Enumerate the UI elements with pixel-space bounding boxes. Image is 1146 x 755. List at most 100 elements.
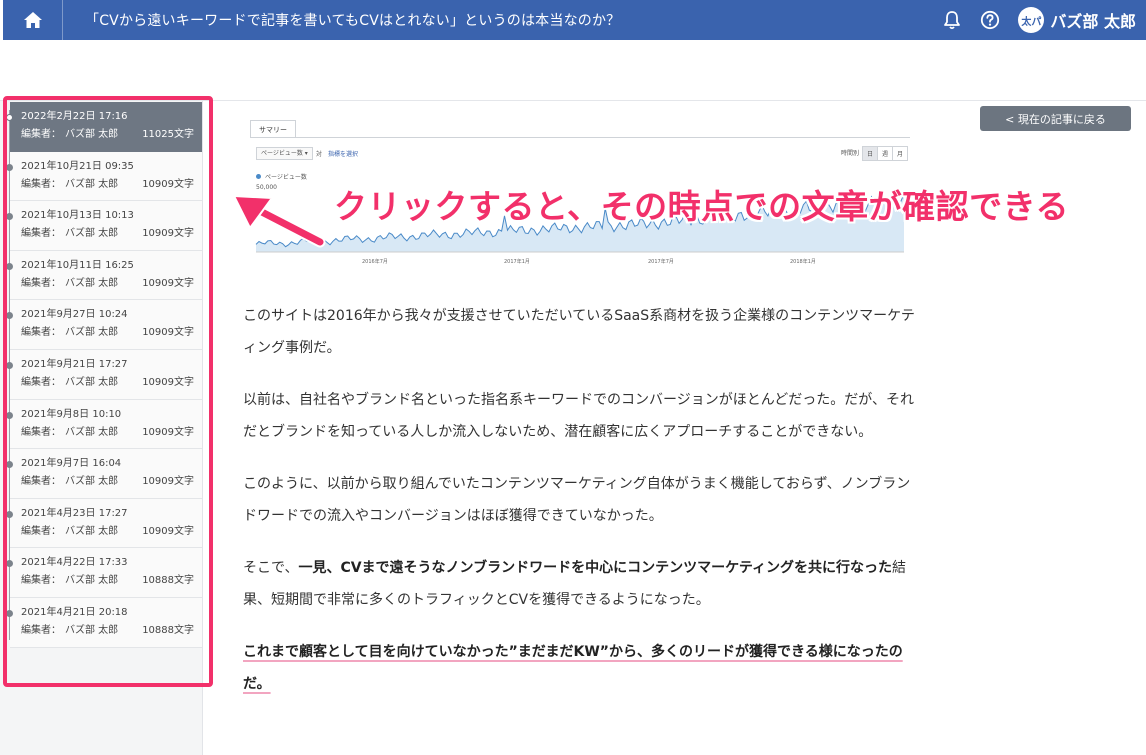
revision-meta: 編集者： バズ部 太郎 10909文字 [21,277,202,291]
revision-meta: 編集者： バズ部 太郎 10909文字 [21,178,202,192]
timeline-dot-icon [6,361,13,369]
editor-name: バズ部 太郎 [65,228,119,240]
revision-item[interactable]: 2021年10月11日 16:25 編集者： バズ部 太郎 10909文字 [6,250,202,301]
article-body: このサイトは2016年から我々が支援させていただいているSaaS系商材を扱う企業… [243,300,915,720]
timeline-dot-icon [6,262,13,270]
editor-label: 編集者： [21,277,61,289]
revision-date: 2021年9月27日 10:24 [21,309,128,321]
range-month: 月 [891,146,908,161]
revision-char-count: 10909文字 [142,376,194,388]
revision-date: 2021年4月22日 17:33 [21,557,128,569]
revision-editor: 編集者： バズ部 太郎 [21,277,118,291]
revision-date: 2022年2月22日 17:16 [21,111,128,122]
paragraph-bold-underlined-text: これまで顧客として目を向けていなかった”まだまだKW”から、多くのリードが獲得で… [243,644,903,692]
article-paragraph: このサイトは2016年から我々が支援させていただいているSaaS系商材を扱う企業… [243,308,915,356]
paragraph-text: そこで、 [243,560,299,576]
page-title: 「CVから遠いキーワードで記事を書いてもCVはとれない」というのは本当なのか？ [85,13,621,29]
avatar[interactable]: 太パ [1018,7,1045,33]
editor-label: 編集者： [21,129,61,140]
revision-char-count: 10909文字 [142,327,194,339]
editor-name: バズ部 太郎 [65,525,119,537]
revision-char-count: 10888文字 [142,624,194,636]
article-paragraph: このように、以前から取り組んでいたコンテンツマーケティング自体がうまく機能してお… [243,476,911,524]
revision-meta: 編集者： バズ部 太郎 10909文字 [21,426,202,440]
editor-name: バズ部 太郎 [65,277,119,289]
revision-item[interactable]: 2021年10月21日 09:35 編集者： バズ部 太郎 10909文字 [6,151,202,202]
revision-item[interactable]: 2021年9月8日 10:10 編集者： バズ部 太郎 10909文字 [6,399,202,450]
revision-char-count: 10909文字 [142,277,194,289]
user-name[interactable]: バズ部 太郎 [1050,8,1136,32]
editor-label: 編集者： [21,376,61,388]
bell-icon [944,11,961,30]
editor-name: バズ部 太郎 [65,575,119,587]
editor-label: 編集者： [21,476,61,488]
revision-item[interactable]: 2021年9月27日 10:24 編集者： バズ部 太郎 10909文字 [6,300,202,350]
editor-label: 編集者： [21,624,61,636]
revision-editor: 編集者： バズ部 太郎 [21,426,118,440]
revision-date: 2021年9月21日 17:27 [21,358,128,370]
timeline-dot-icon [6,114,13,121]
editor-name: バズ部 太郎 [65,426,119,438]
article-paragraph: 以前は、自社名やブランド名といった指名系キーワードでのコンバージョンがほとんどだ… [243,392,915,440]
revision-meta: 編集者： バズ部 太郎 10888文字 [21,574,202,588]
revision-editor: 編集者： バズ部 太郎 [21,624,118,638]
help-button[interactable] [978,8,1002,32]
editor-label: 編集者： [21,575,61,587]
notifications-button[interactable] [940,8,964,32]
revision-char-count: 10909文字 [142,178,194,190]
timeline-dot-icon [6,312,13,320]
revision-char-count: 11025文字 [142,129,194,140]
home-icon [23,12,42,28]
revision-item[interactable]: 2021年4月22日 17:33 編集者： バズ部 太郎 10888文字 [6,548,202,598]
timeline-dot-icon [6,461,13,469]
editor-name: バズ部 太郎 [65,476,119,488]
article-paragraph: これまで顧客として目を向けていなかった”まだまだKW”から、多くのリードが獲得で… [243,636,915,700]
legend-dot-icon [256,174,261,179]
revision-item[interactable]: 2021年10月13日 10:13 編集者： バズ部 太郎 10909文字 [6,201,202,251]
editor-label: 編集者： [21,525,61,537]
timeline-dot-icon [6,609,13,617]
legend-label: ページビュー数 [265,174,307,181]
revision-date: 2021年9月8日 10:10 [21,408,122,420]
revision-item[interactable]: 2022年2月22日 17:16 編集者： バズ部 太郎 11025文字 [6,102,202,152]
chart-tab-summary: サマリー [250,120,296,138]
editor-name: バズ部 太郎 [65,129,119,140]
editor-label: 編集者： [21,426,61,438]
content-divider [0,100,1146,101]
editor-label: 編集者： [21,228,61,240]
revision-item[interactable]: 2021年9月21日 17:27 編集者： バズ部 太郎 10909文字 [6,349,202,400]
timeline-dot-icon [6,510,13,518]
back-to-current-button[interactable]: < 現在の記事に戻る [980,106,1131,131]
editor-label: 編集者： [21,178,61,190]
revision-list: 2022年2月22日 17:16 編集者： バズ部 太郎 11025文字 2021年10… [6,102,202,648]
timeline-dot-icon [6,213,13,221]
revision-char-count: 10909文字 [142,228,194,240]
revision-meta: 編集者： バズ部 太郎 10909文字 [21,227,202,241]
question-circle-icon [981,10,1000,30]
chart-x-label: 2017年7月 [648,259,674,265]
metric-select: ページビュー数 ▾ [256,147,313,160]
timeline-dot-icon [6,163,13,171]
revision-editor: 編集者： バズ部 太郎 [21,128,118,142]
editor-name: バズ部 太郎 [65,624,119,636]
page: 「CVから遠いキーワードで記事を書いてもCVはとれない」というのは本当なのか？ … [0,0,1146,755]
revision-item[interactable]: 2021年4月23日 17:27 編集者： バズ部 太郎 10909文字 [6,498,202,549]
revision-date: 2021年10月21日 09:35 [21,160,134,172]
range-week: 週 [876,146,893,161]
vs-label: 対 [316,151,323,158]
chart-x-label: 2017年1月 [504,259,530,265]
revision-item[interactable]: 2021年9月7日 16:04 編集者： バズ部 太郎 10909文字 [6,449,202,499]
range-toggle: 時間別 日 週 月 [836,146,908,161]
revision-editor: 編集者： バズ部 太郎 [21,227,118,241]
revision-char-count: 10888文字 [142,575,194,587]
editor-name: バズ部 太郎 [65,178,119,190]
home-button[interactable] [3,0,63,40]
revision-meta: 編集者： バズ部 太郎 10909文字 [21,376,202,390]
revision-item[interactable]: 2021年4月21日 20:18 編集者： バズ部 太郎 10888文字 [6,597,202,648]
editor-name: バズ部 太郎 [65,376,119,388]
revision-char-count: 10909文字 [142,525,194,537]
top-header: 「CVから遠いキーワードで記事を書いてもCVはとれない」というのは本当なのか？ … [3,0,1146,40]
chart-x-label: 2018年1月 [790,259,816,265]
revision-meta: 編集者： バズ部 太郎 10888文字 [21,624,202,638]
article-paragraph: そこで、一見、CVまで遠そうなノンブランドワードを中心にコンテンツマーケティング… [243,552,915,616]
